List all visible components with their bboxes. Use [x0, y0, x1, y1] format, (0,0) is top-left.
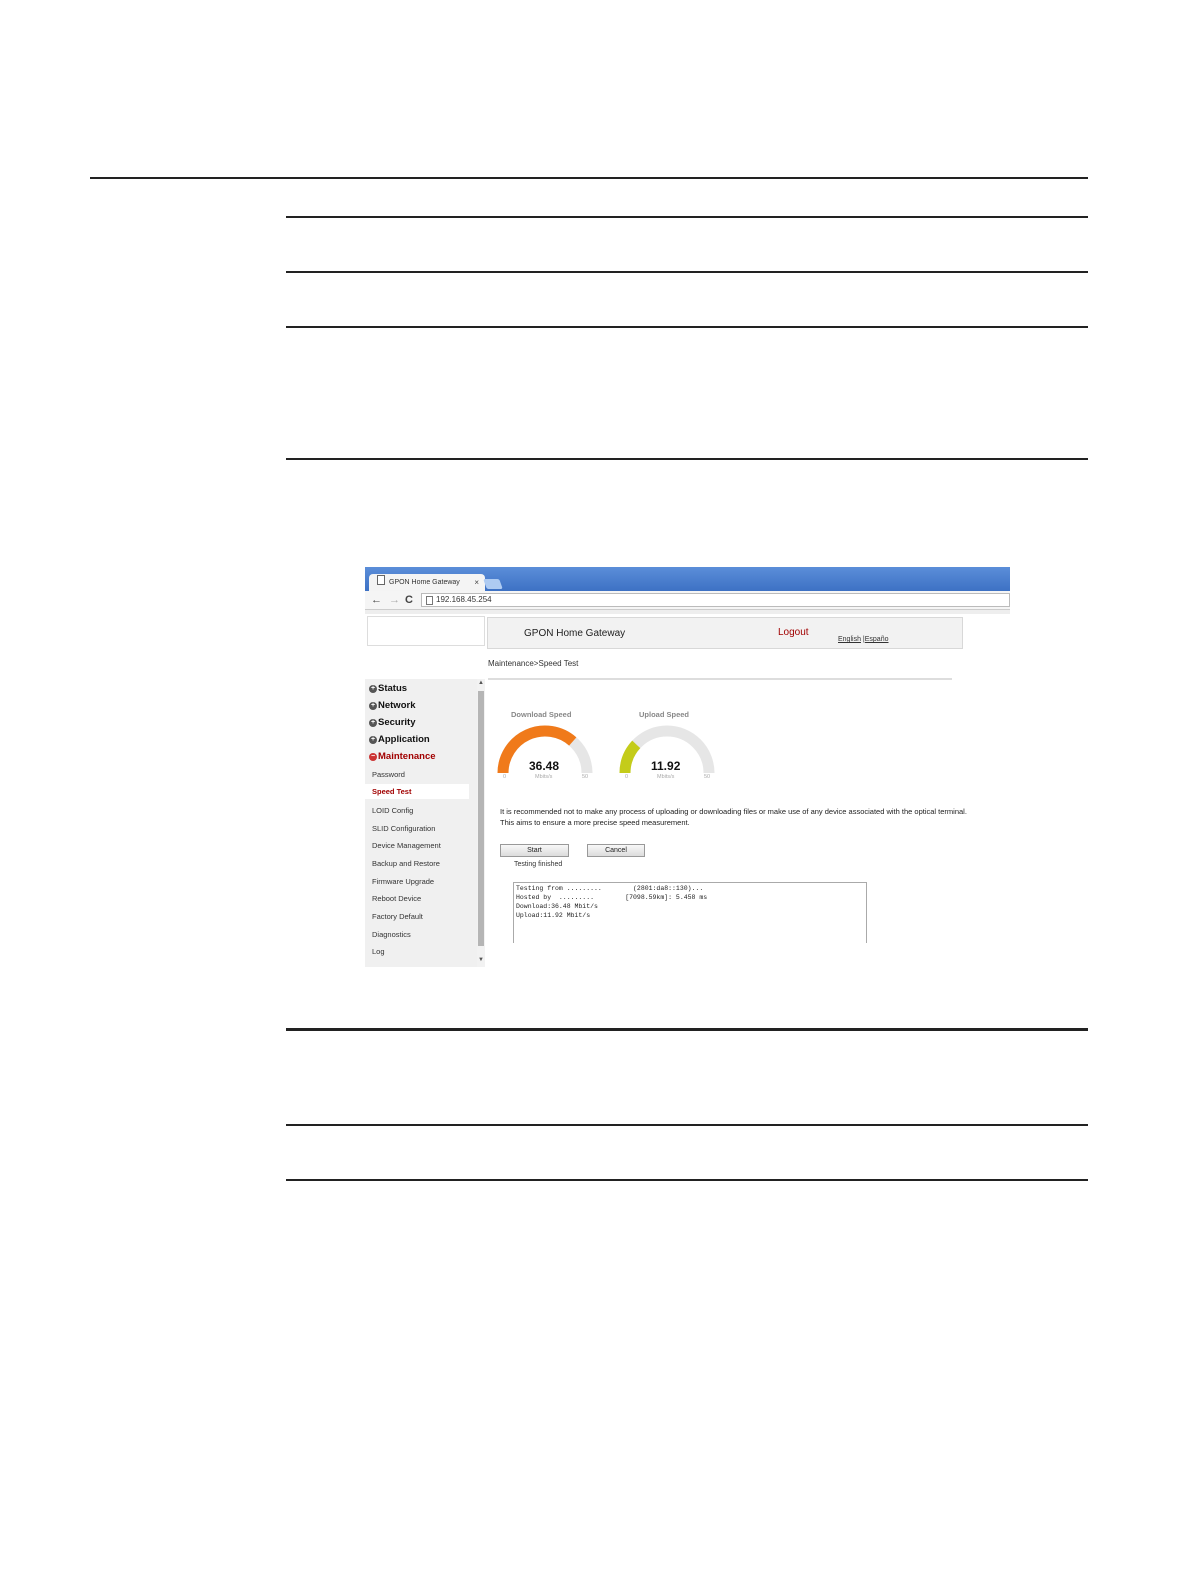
- upload-max: 50: [704, 774, 711, 780]
- expand-icon: +: [369, 719, 377, 727]
- breadcrumb: Maintenance>Speed Test: [488, 659, 579, 668]
- language-switcher: English |Españo: [838, 636, 889, 643]
- sidebar-item-backup-restore[interactable]: Backup and Restore: [372, 859, 440, 868]
- gateway-title: GPON Home Gateway: [524, 628, 626, 639]
- menu-label: Maintenance: [378, 751, 436, 762]
- expand-icon: +: [369, 736, 377, 744]
- sidebar-item-device-management[interactable]: Device Management: [372, 841, 441, 850]
- logo-area: [367, 616, 485, 646]
- sidebar-item-speed-test[interactable]: Speed Test: [365, 784, 469, 799]
- gateway-header: GPON Home Gateway Logout English |Españo: [487, 617, 963, 649]
- download-gauge-label: Download Speed: [511, 710, 572, 719]
- table-rule-4: [286, 458, 1088, 460]
- menu-network[interactable]: + Network: [369, 700, 415, 711]
- sidebar-item-factory-default[interactable]: Factory Default: [372, 912, 423, 921]
- expand-icon: +: [369, 702, 377, 710]
- scrollbar-thumb[interactable]: [478, 691, 484, 946]
- sidebar-item-loid-config[interactable]: LOID Config: [372, 806, 413, 815]
- new-tab-button[interactable]: [483, 579, 503, 589]
- sidebar-item-reboot-device[interactable]: Reboot Device: [372, 894, 421, 903]
- browser-tab[interactable]: GPON Home Gateway ×: [369, 574, 485, 591]
- sidebar: + Status + Network + Security + Application …: [365, 679, 477, 967]
- browser-tab-strip: GPON Home Gateway ×: [365, 567, 1010, 591]
- collapse-icon: −: [369, 753, 377, 761]
- sidebar-item-log[interactable]: Log: [372, 947, 385, 956]
- page-icon: [377, 575, 385, 585]
- log-line: Download:36.48 Mbit/s: [516, 903, 598, 910]
- upload-gauge-label: Upload Speed: [639, 710, 690, 719]
- back-icon[interactable]: ←: [371, 593, 382, 607]
- table-rule-2: [286, 271, 1088, 273]
- menu-label: Status: [378, 683, 408, 694]
- url-text: 192.168.45.254: [436, 595, 492, 604]
- menu-label: Security: [378, 717, 416, 728]
- table-rule-1: [286, 216, 1088, 218]
- menu-application[interactable]: + Application: [369, 734, 430, 745]
- address-bar: ← → C 192.168.45.254: [365, 591, 1010, 610]
- log-line: Upload:11.92 Mbit/s: [516, 912, 591, 919]
- speed-test-screenshot: GPON Home Gateway × ← → C 192.168.45.254…: [365, 567, 1010, 967]
- scroll-up-icon[interactable]: ▲: [478, 680, 484, 686]
- menu-maintenance[interactable]: − Maintenance: [369, 751, 436, 762]
- breadcrumb-divider: [488, 678, 952, 680]
- reload-icon[interactable]: C: [405, 593, 413, 607]
- test-status: Testing finished: [514, 861, 563, 868]
- close-tab-icon[interactable]: ×: [474, 574, 479, 591]
- upload-unit: Mbits/s: [657, 774, 675, 780]
- lang-english-link[interactable]: English: [838, 636, 861, 643]
- logout-link[interactable]: Logout: [778, 627, 809, 638]
- upload-gauge-fill: [619, 740, 641, 774]
- table-rule-5: [286, 1028, 1088, 1031]
- table-rule-3: [286, 326, 1088, 328]
- download-unit: Mbits/s: [535, 774, 553, 780]
- lang-spanish-link[interactable]: Españo: [865, 636, 889, 643]
- recommendation-line-1: It is recommended not to make any proces…: [500, 807, 967, 816]
- toolbar-divider: [365, 610, 1010, 614]
- table-rule-6: [286, 1124, 1088, 1126]
- tab-title: GPON Home Gateway: [389, 579, 460, 586]
- sidebar-item-firmware-upgrade[interactable]: Firmware Upgrade: [372, 877, 434, 886]
- sidebar-item-diagnostics[interactable]: Diagnostics: [372, 930, 411, 939]
- sidebar-item-slid-configuration[interactable]: SLID Configuration: [372, 824, 435, 833]
- forward-icon[interactable]: →: [389, 593, 400, 607]
- page-icon: [426, 596, 433, 605]
- menu-label: Application: [378, 734, 430, 745]
- download-max: 50: [582, 774, 589, 780]
- cancel-button[interactable]: Cancel: [587, 844, 645, 857]
- url-input[interactable]: 192.168.45.254: [421, 593, 1010, 607]
- recommendation-line-2: This aims to ensure a more precise speed…: [500, 818, 690, 827]
- upload-min: 0: [625, 774, 629, 780]
- scroll-down-icon[interactable]: ▼: [478, 957, 484, 963]
- test-log-textarea[interactable]: Testing from ......... (2801:da8::130)..…: [513, 882, 867, 943]
- menu-status[interactable]: + Status: [369, 683, 407, 694]
- expand-icon: +: [369, 685, 377, 693]
- page-header-rule: [90, 177, 1088, 179]
- upload-value: 11.92: [651, 759, 681, 773]
- log-line: Hosted by ......... [7098.59km]: 5.458 m…: [516, 894, 708, 901]
- download-value: 36.48: [529, 759, 560, 773]
- log-line: Testing from ......... (2801:da8::130)..…: [516, 885, 704, 892]
- menu-security[interactable]: + Security: [369, 717, 416, 728]
- menu-label: Network: [378, 700, 416, 711]
- sidebar-item-password[interactable]: Password: [372, 770, 405, 779]
- table-rule-7: [286, 1179, 1088, 1181]
- start-button[interactable]: Start: [500, 844, 569, 857]
- sidebar-scrollbar[interactable]: ▲ ▼: [477, 679, 485, 967]
- download-min: 0: [503, 774, 507, 780]
